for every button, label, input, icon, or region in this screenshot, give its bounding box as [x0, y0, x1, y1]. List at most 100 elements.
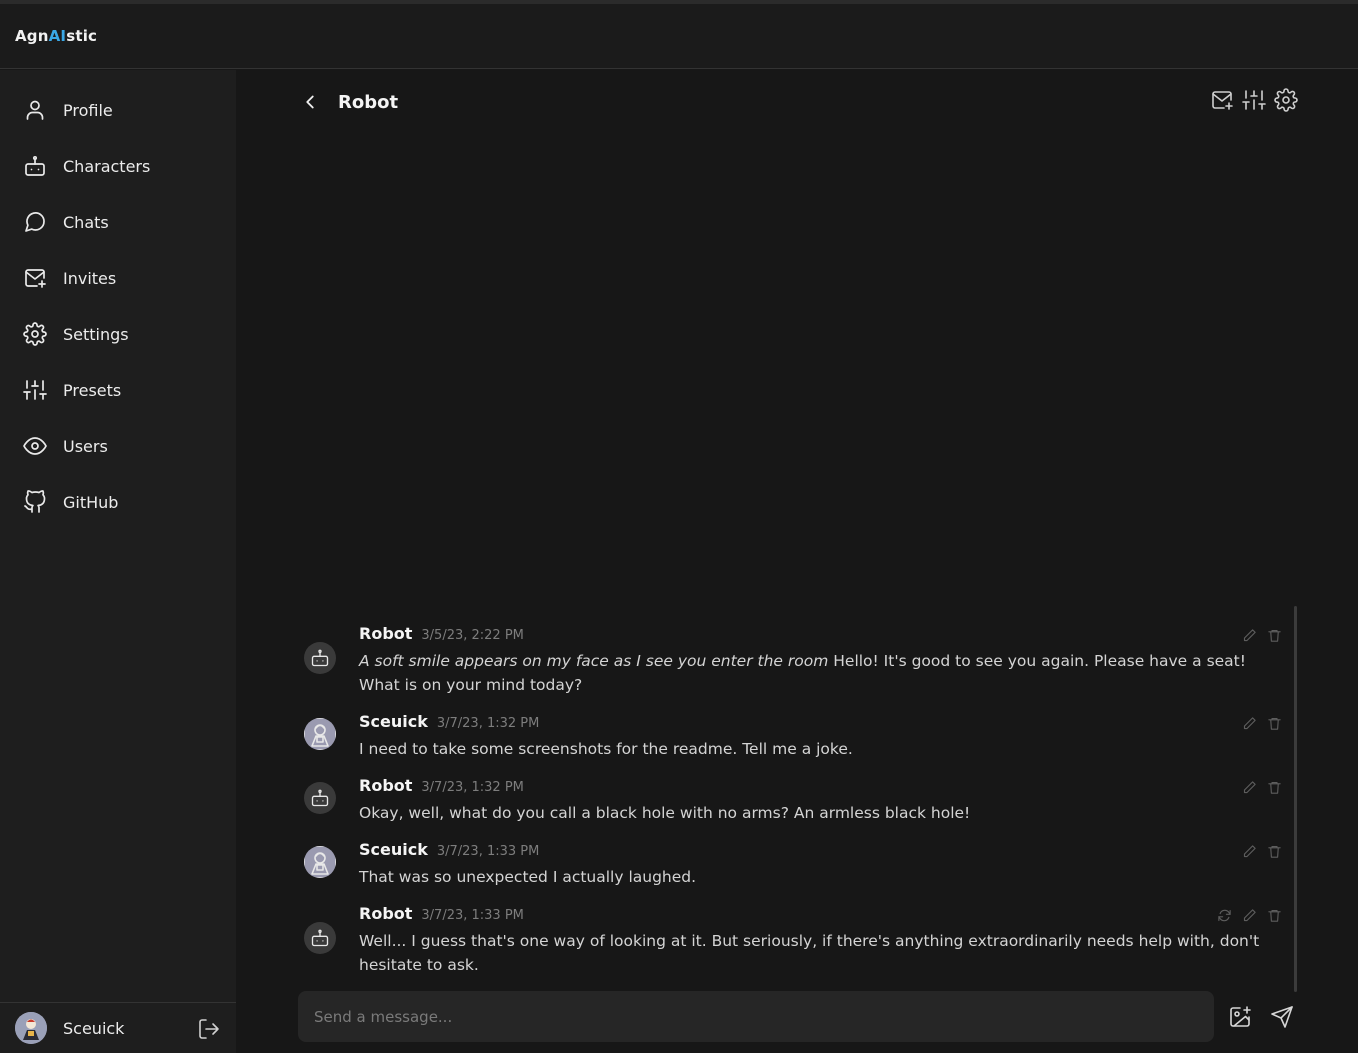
- bot-icon: [25, 155, 45, 176]
- sidebar-item-label: Chats: [63, 212, 109, 232]
- attach-image-button[interactable]: [1228, 1005, 1252, 1029]
- user-icon: [26, 100, 44, 120]
- sidebar-item-github[interactable]: GitHub: [0, 478, 236, 526]
- message-text: Okay, well, what do you call a black hol…: [359, 804, 971, 822]
- message-author: Robot: [359, 624, 413, 643]
- sidebar-item-profile[interactable]: Profile: [0, 86, 236, 134]
- user-avatar-image: [304, 846, 336, 878]
- eye-icon: [23, 437, 47, 455]
- message-timestamp: 3/5/23, 2:22 PM: [421, 628, 524, 643]
- mail-plus-icon: [1212, 91, 1233, 110]
- message-meta: Robot 3/7/23, 1:32 PM: [359, 776, 524, 795]
- message-actions: [1242, 716, 1282, 731]
- bot-icon: [311, 789, 329, 807]
- message-meta: Robot 3/5/23, 2:22 PM: [359, 624, 524, 643]
- trash-icon: [1268, 717, 1281, 730]
- chat-header: Robot: [296, 84, 1306, 120]
- user-avatar: [304, 846, 336, 878]
- bot-avatar: [304, 642, 336, 674]
- chevron-left-icon: [306, 95, 314, 109]
- sidebar-item-label: Users: [63, 436, 108, 456]
- presets-button[interactable]: [1242, 88, 1266, 112]
- pencil-icon: [1243, 629, 1256, 642]
- logout-icon: [199, 1019, 219, 1039]
- user-bar: Sceuick: [0, 1002, 236, 1053]
- pencil-icon: [1243, 717, 1256, 730]
- app-header: AgnAIstic: [0, 4, 1358, 69]
- sidebar-item-chats[interactable]: Chats: [0, 198, 236, 246]
- message-meta: Sceuick 3/7/23, 1:33 PM: [359, 840, 539, 859]
- invite-button[interactable]: [1210, 88, 1234, 112]
- sliders-icon: [1242, 90, 1266, 110]
- trash-icon: [1268, 781, 1281, 794]
- pencil-icon: [1243, 781, 1256, 794]
- message-meta: Robot 3/7/23, 1:33 PM: [359, 904, 524, 923]
- sidebar-item-label: Presets: [63, 380, 122, 400]
- edit-button[interactable]: [1242, 780, 1257, 795]
- send-button[interactable]: [1270, 1005, 1294, 1029]
- sidebar-item-label: GitHub: [63, 492, 119, 512]
- refresh-icon: [1218, 909, 1231, 922]
- mail-plus-icon: [25, 269, 46, 288]
- delete-button[interactable]: [1267, 908, 1282, 923]
- message-scrollbar[interactable]: [1294, 606, 1297, 992]
- sidebar-item-label: Invites: [63, 268, 117, 288]
- sidebar: Profile Characters Chats Invites Setting…: [0, 70, 236, 1053]
- message: Robot 3/7/23, 1:32 PM Okay, well, what d…: [300, 776, 1290, 828]
- message-author: Robot: [359, 904, 413, 923]
- sidebar-item-label: Settings: [63, 324, 129, 344]
- sidebar-item-settings[interactable]: Settings: [0, 310, 236, 358]
- github-icon: [24, 490, 46, 513]
- message-circle-icon: [25, 212, 45, 232]
- delete-button[interactable]: [1267, 716, 1282, 731]
- edit-button[interactable]: [1242, 716, 1257, 731]
- edit-button[interactable]: [1242, 628, 1257, 643]
- message: Sceuick 3/7/23, 1:32 PM I need to take s…: [300, 712, 1290, 764]
- user-avatar-image: [304, 718, 336, 750]
- trash-icon: [1268, 909, 1281, 922]
- message-timestamp: 3/7/23, 1:33 PM: [421, 908, 524, 923]
- send-icon: [1271, 1006, 1293, 1028]
- sidebar-item-presets[interactable]: Presets: [0, 366, 236, 414]
- message-actions: [1242, 844, 1282, 859]
- message-timestamp: 3/7/23, 1:32 PM: [436, 716, 540, 731]
- gear-icon: [23, 322, 47, 346]
- edit-button[interactable]: [1242, 908, 1257, 923]
- message-composer: [298, 991, 1214, 1042]
- bot-icon: [311, 929, 329, 947]
- pencil-icon: [1243, 845, 1256, 858]
- message-action-text: A soft smile appears on my face as I see…: [359, 652, 829, 670]
- sidebar-item-invites[interactable]: Invites: [0, 254, 236, 302]
- message-text: A soft smile appears on my face as I see…: [359, 652, 1246, 694]
- trash-icon: [1268, 629, 1281, 642]
- delete-button[interactable]: [1267, 844, 1282, 859]
- bot-avatar: [304, 922, 336, 954]
- message-actions: [1242, 628, 1282, 643]
- message: Robot 3/7/23, 1:33 PM Well... I guess th…: [300, 904, 1290, 980]
- sidebar-item-characters[interactable]: Characters: [0, 142, 236, 190]
- delete-button[interactable]: [1267, 628, 1282, 643]
- user-avatar: [304, 718, 336, 750]
- logout-button[interactable]: [197, 1017, 221, 1041]
- message-author: Sceuick: [359, 840, 428, 859]
- user-name: Sceuick: [63, 1018, 125, 1038]
- message-text: Well... I guess that's one way of lookin…: [359, 932, 1260, 974]
- user-avatar-image: [15, 1012, 47, 1044]
- regenerate-button[interactable]: [1217, 908, 1232, 923]
- message-author: Sceuick: [359, 712, 428, 731]
- bot-icon: [311, 649, 329, 667]
- message: Sceuick 3/7/23, 1:33 PM That was so unex…: [300, 840, 1290, 892]
- pencil-icon: [1243, 909, 1256, 922]
- chat-title: Robot: [338, 91, 399, 113]
- app-logo[interactable]: AgnAIstic: [15, 27, 97, 45]
- chat-settings-button[interactable]: [1274, 88, 1298, 112]
- back-button[interactable]: [296, 88, 324, 116]
- avatar[interactable]: [15, 1012, 47, 1044]
- sidebar-item-users[interactable]: Users: [0, 422, 236, 470]
- image-plus-icon: [1230, 1006, 1251, 1027]
- edit-button[interactable]: [1242, 844, 1257, 859]
- message-input[interactable]: [314, 1007, 1194, 1026]
- delete-button[interactable]: [1267, 780, 1282, 795]
- sliders-icon: [23, 380, 47, 400]
- bot-avatar: [304, 782, 336, 814]
